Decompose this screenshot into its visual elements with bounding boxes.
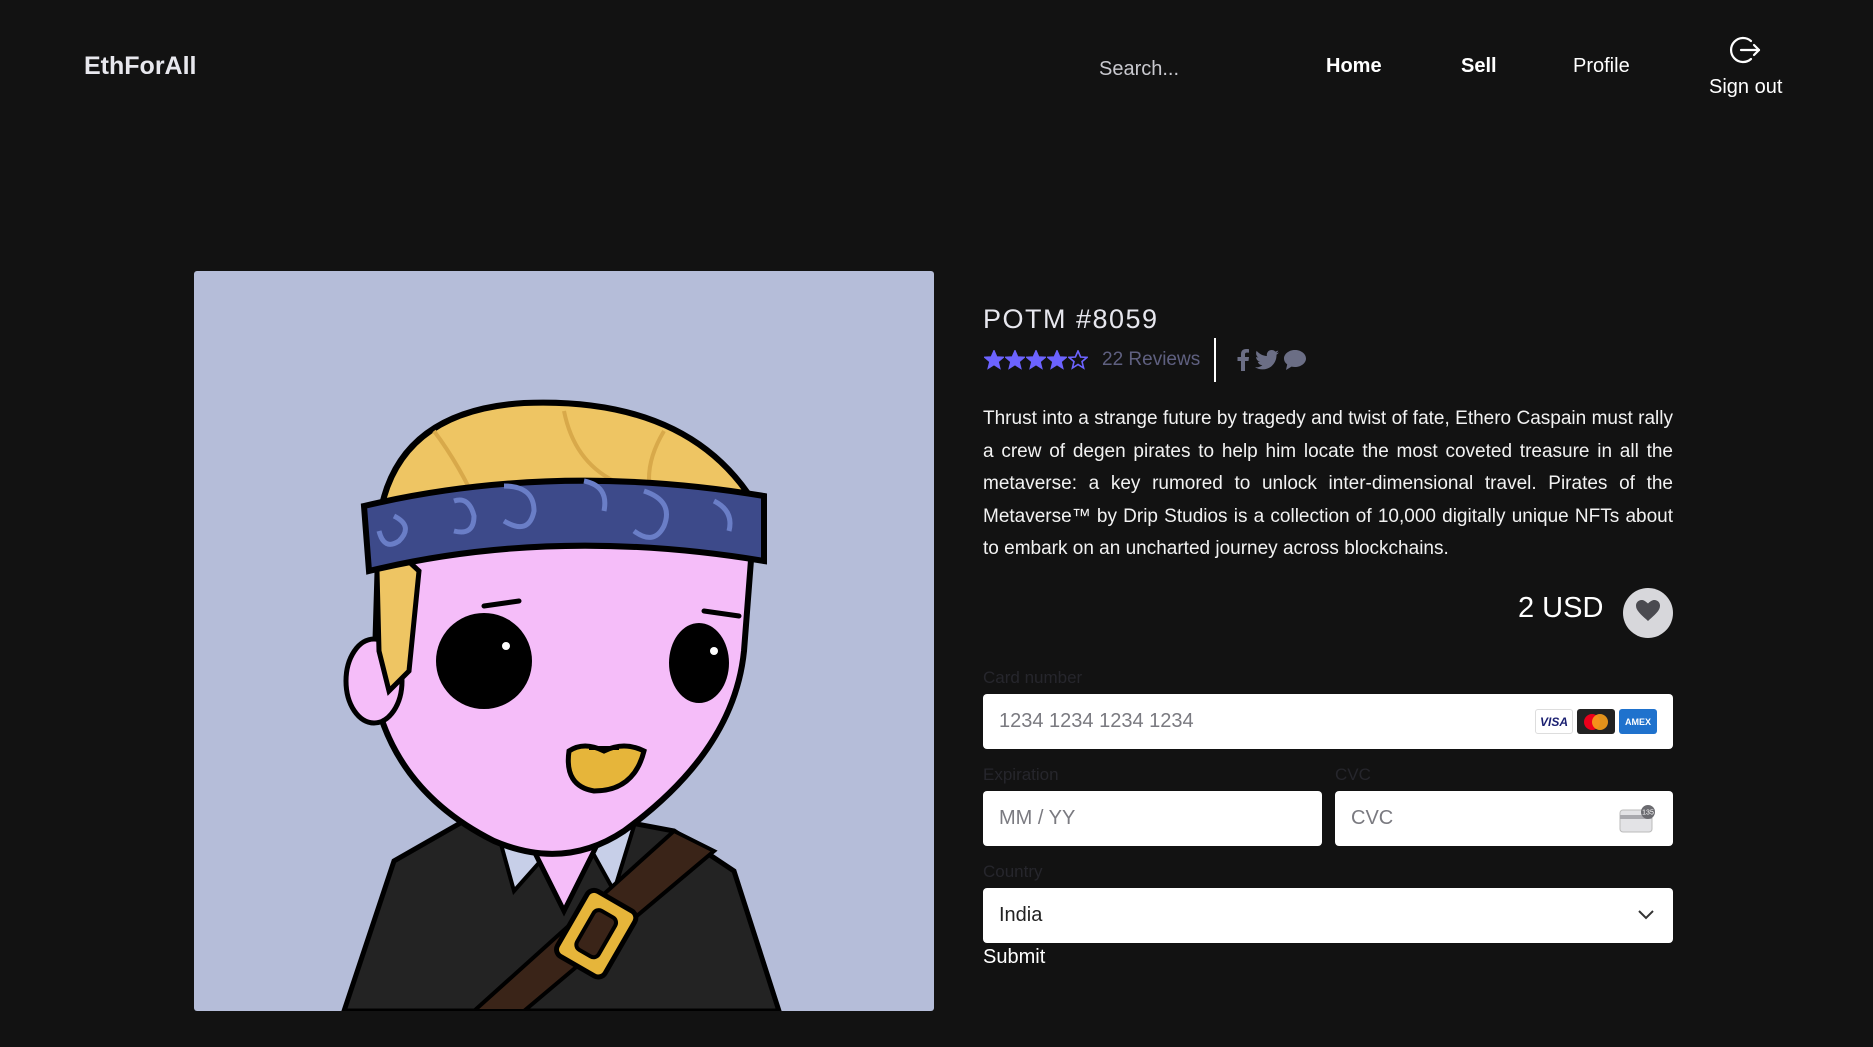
country-select[interactable]: India — [983, 888, 1673, 943]
star-filled-icon — [1047, 350, 1067, 370]
cvc-card-icon: 135 — [1619, 805, 1657, 838]
card-number-field[interactable]: VISA AMEX — [983, 694, 1673, 749]
cvc-field[interactable]: 135 — [1335, 791, 1673, 846]
amex-icon: AMEX — [1619, 709, 1657, 734]
divider — [1214, 338, 1217, 382]
chevron-down-icon — [1637, 908, 1655, 926]
heart-icon — [1636, 599, 1660, 627]
sign-out-icon — [1729, 34, 1763, 76]
facebook-icon[interactable] — [1236, 349, 1250, 371]
svg-text:135: 135 — [1642, 810, 1654, 817]
cvc-label: CVC — [1335, 765, 1371, 784]
expiration-input[interactable] — [999, 807, 1306, 830]
favorite-button[interactable] — [1623, 588, 1673, 638]
sign-out-button[interactable]: Sign out — [1709, 34, 1782, 99]
star-filled-icon — [1026, 350, 1046, 370]
nav-home-link[interactable]: Home — [1326, 55, 1382, 78]
star-filled-icon — [984, 350, 1004, 370]
share-links — [1236, 349, 1307, 371]
mastercard-icon — [1577, 709, 1615, 734]
visa-icon: VISA — [1535, 709, 1573, 734]
star-filled-icon — [1005, 350, 1025, 370]
nav-sell-link[interactable]: Sell — [1461, 55, 1497, 78]
sign-out-label: Sign out — [1709, 76, 1783, 98]
nav-profile-link[interactable]: Profile — [1573, 55, 1630, 78]
product-title: POTM #8059 — [983, 304, 1159, 334]
search-input[interactable] — [1099, 54, 1269, 84]
nft-artwork — [194, 271, 934, 1011]
chat-icon[interactable] — [1284, 350, 1307, 370]
product-description: Thrust into a strange future by tragedy … — [983, 408, 1673, 559]
brand-logo[interactable]: EthForAll — [84, 52, 197, 81]
star-empty-icon — [1068, 350, 1088, 370]
twitter-icon[interactable] — [1255, 350, 1280, 370]
reviews-link[interactable]: 22 Reviews — [1102, 349, 1200, 371]
cvc-input[interactable] — [1351, 807, 1657, 830]
star-rating — [984, 350, 1088, 370]
submit-button[interactable]: Submit — [983, 946, 1045, 969]
expiration-field[interactable] — [983, 791, 1322, 846]
country-value: India — [999, 904, 1043, 926]
product-price: 2 USD — [1518, 592, 1604, 624]
card-number-label: Card number — [983, 668, 1083, 687]
country-label: Country — [983, 862, 1043, 881]
expiration-label: Expiration — [983, 765, 1059, 784]
rating-row: 22 Reviews — [984, 338, 1307, 382]
card-brands: VISA AMEX — [1535, 709, 1657, 734]
